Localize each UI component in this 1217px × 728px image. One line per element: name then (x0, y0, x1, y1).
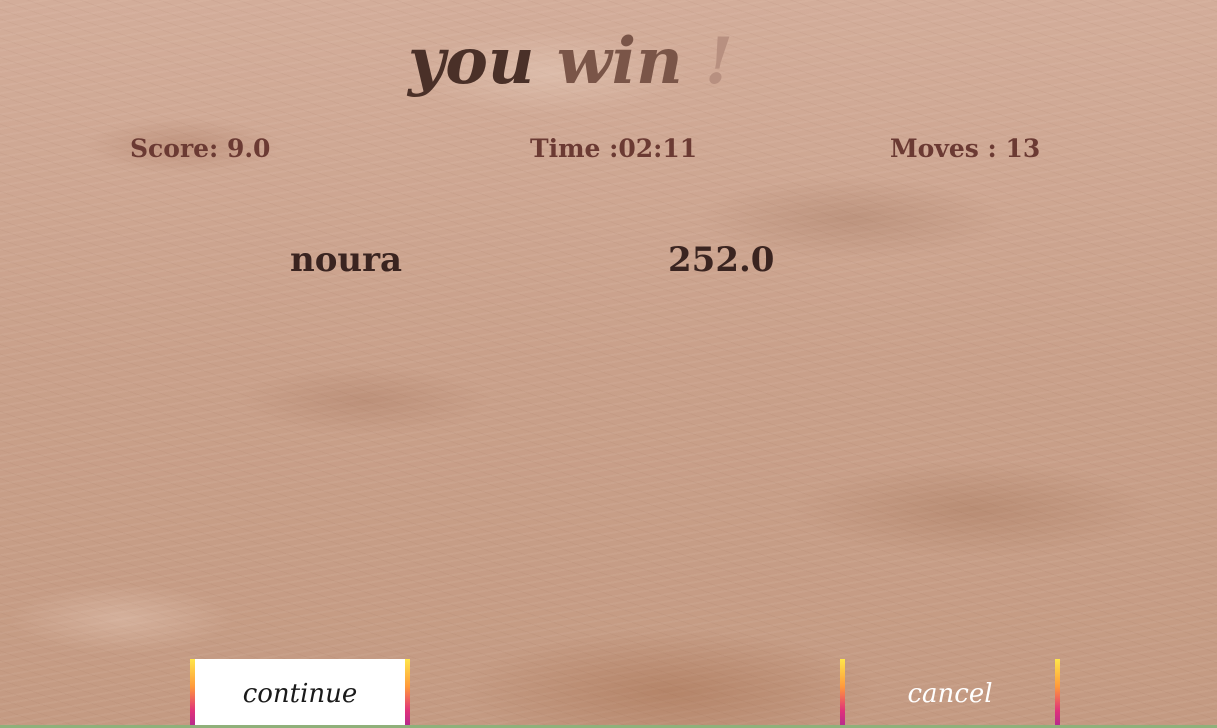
win-title-word-win: win (556, 24, 683, 99)
player-total-score: 252.0 (668, 240, 775, 280)
score-stat: Score: 9.0 (130, 134, 271, 163)
win-title-word-you: you (408, 24, 535, 99)
win-title: you win ! (408, 22, 733, 102)
moves-stat: Moves : 13 (890, 134, 1041, 163)
time-stat: Time :02:11 (530, 134, 698, 163)
player-name: noura (290, 240, 403, 280)
cancel-button[interactable]: cancel (840, 659, 1060, 728)
win-title-exclamation: ! (704, 24, 733, 99)
continue-button[interactable]: continue (190, 659, 410, 728)
continue-button-label: continue (242, 678, 358, 709)
cancel-button-label: cancel (907, 678, 993, 709)
